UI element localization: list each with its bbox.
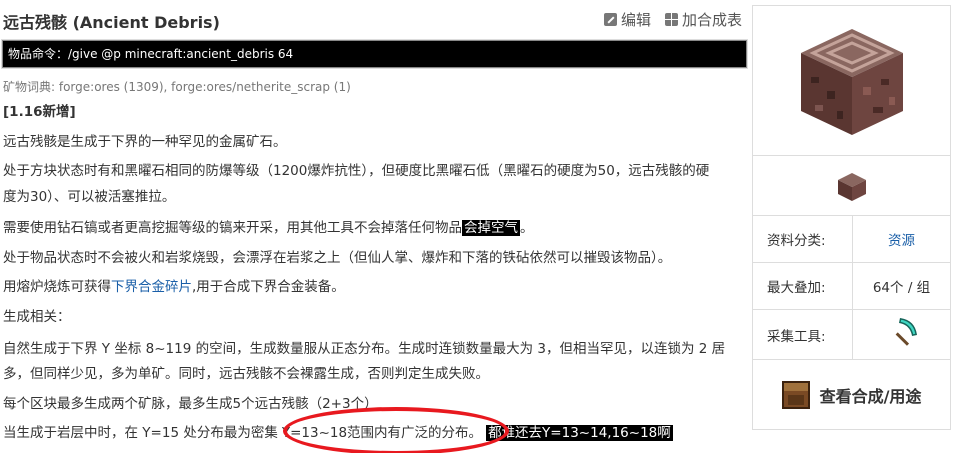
ore-dictionary: 矿物词典: forge:ores (1309), forge:ores/neth… bbox=[3, 80, 351, 94]
tool-row: 采集工具: bbox=[753, 310, 950, 360]
tool-label: 采集工具: bbox=[753, 310, 853, 359]
text: 当生成于岩层中时，在 Y=15 处分布最为密集 bbox=[3, 425, 278, 441]
category-link[interactable]: 资源 bbox=[853, 229, 950, 249]
section-heading: 生成相关： bbox=[3, 309, 71, 325]
view-recipe-button[interactable]: 查看合成/用途 bbox=[753, 360, 950, 430]
ancient-debris-small-icon bbox=[838, 173, 866, 201]
add-compare-label: 加合成表 bbox=[681, 11, 742, 29]
paragraph: 远古残骸是生成于下界的一种罕见的金属矿石。 bbox=[3, 134, 287, 150]
text: 。 bbox=[520, 220, 534, 236]
crafting-table-icon bbox=[781, 381, 810, 409]
edit-button[interactable]: 编辑 bbox=[603, 9, 651, 30]
paragraph: 处于物品状态时不会被火和岩浆烧毁，会漂浮在岩浆之上（但仙人掌、爆炸和下落的铁砧依… bbox=[3, 250, 672, 266]
page-actions: 编辑 加合成表 bbox=[603, 9, 742, 30]
recipe-label: 查看合成/用途 bbox=[819, 387, 922, 406]
infobox: 资料分类: 资源 最大叠加: 64个 / 组 采集工具: 查看合成/用途 bbox=[752, 5, 951, 430]
command-box[interactable]: 物品命令：/give @p minecraft:ancient_debris 6… bbox=[1, 39, 748, 69]
table-icon bbox=[664, 13, 678, 26]
text: 用熔炉烧炼可获得 bbox=[3, 279, 111, 295]
text: 需要使用钻石镐或者更高挖掘等级的镐来开采，用其他工具不会掉落任何物品 bbox=[3, 220, 462, 236]
text: ,用于合成下界合金装备。 bbox=[192, 279, 345, 295]
content-area: 远古残骸 (Ancient Debris) 编辑 加合成表 物品命令：/give… bbox=[0, 0, 748, 453]
netherite-scrap-link[interactable]: 下界合金碎片 bbox=[111, 279, 192, 295]
category-row: 资料分类: 资源 bbox=[753, 216, 950, 263]
stack-label: 最大叠加: bbox=[753, 263, 853, 309]
paragraph: 处于方块状态时有和黑曜石相同的防爆等级（1200爆炸抗性），但硬度比黑曜石低（黑… bbox=[3, 163, 710, 179]
diamond-pickaxe-icon[interactable] bbox=[887, 317, 917, 348]
item-image-box bbox=[753, 6, 950, 156]
ancient-debris-block-icon bbox=[801, 29, 903, 135]
version-tag: [1.16新增] bbox=[3, 104, 76, 120]
stack-value: 64个 / 组 bbox=[872, 280, 931, 296]
edit-label: 编辑 bbox=[620, 11, 651, 29]
edit-icon bbox=[603, 13, 617, 26]
highlight-text: 都谁还去Y=13~14,16~18啊 bbox=[486, 425, 673, 441]
paragraph: 用熔炉烧炼可获得下界合金碎片,用于合成下界合金装备。 bbox=[3, 274, 345, 300]
paragraph: 度为30）、可以被活塞推拉。 bbox=[3, 189, 176, 205]
paragraph: 多，但同样少见，多为单矿。同时，远古残骸不会裸露生成，否则判定生成失败。 bbox=[3, 366, 489, 382]
highlight-text: 会掉空气 bbox=[462, 220, 520, 236]
stack-row: 最大叠加: 64个 / 组 bbox=[753, 263, 950, 310]
tool-value bbox=[853, 317, 950, 352]
red-annotation-circle bbox=[283, 407, 509, 453]
page-title: 远古残骸 (Ancient Debris) bbox=[3, 13, 220, 32]
add-compare-button[interactable]: 加合成表 bbox=[664, 9, 742, 30]
category-label: 资料分类: bbox=[753, 216, 853, 262]
paragraph: 需要使用钻石镐或者更高挖掘等级的镐来开采，用其他工具不会掉落任何物品 会掉空气。 bbox=[3, 215, 534, 241]
paragraph: 自然生成于下界 Y 坐标 8~119 的空间，生成数量服从正态分布。生成时连锁数… bbox=[3, 341, 726, 357]
